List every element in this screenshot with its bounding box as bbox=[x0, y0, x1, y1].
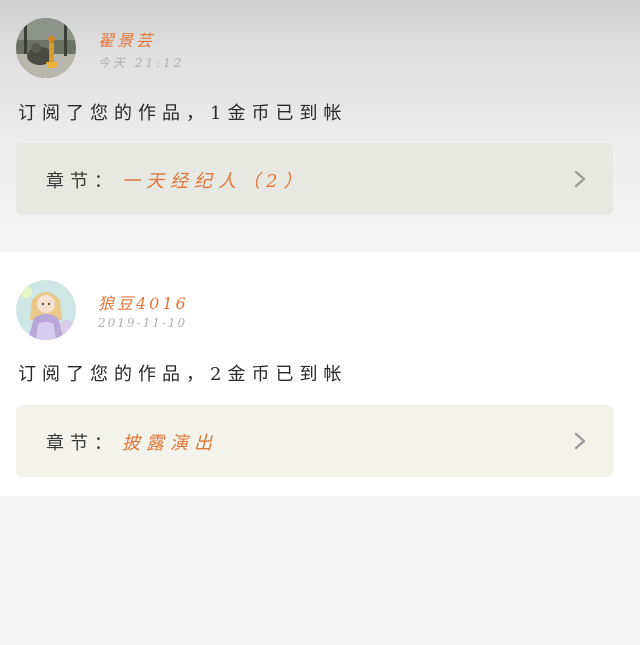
timestamp: 今天 21:12 bbox=[98, 56, 185, 70]
chapter-label: 章节： bbox=[46, 433, 118, 454]
chapter-title: 披露演出 bbox=[122, 433, 218, 454]
notification-card: 狼豆4016 2019-11-10 订阅了您的作品，2金币已到帐 章节： 披露演… bbox=[0, 252, 640, 496]
timestamp: 2019-11-10 bbox=[98, 316, 188, 330]
subscription-message: 订阅了您的作品，2金币已到帐 bbox=[18, 364, 348, 385]
avatar-photo-icon bbox=[16, 18, 76, 78]
chapter-label: 章节： bbox=[46, 171, 118, 192]
chapter-link[interactable]: 章节： 一天经纪人（2） bbox=[16, 143, 613, 215]
user-avatar[interactable] bbox=[16, 18, 76, 78]
user-avatar[interactable] bbox=[16, 280, 76, 340]
chevron-right-icon bbox=[574, 432, 586, 450]
chapter-title: 一天经纪人（2） bbox=[122, 171, 308, 192]
username[interactable]: 翟景芸 bbox=[98, 27, 155, 51]
avatar-anime-girl-icon bbox=[16, 280, 76, 340]
notification-feed: 翟景芸 今天 21:12 订阅了您的作品，1金币已到帐 章节： 一天经纪人（2） bbox=[0, 0, 640, 645]
subscription-message: 订阅了您的作品，1金币已到帐 bbox=[18, 103, 348, 124]
username[interactable]: 狼豆4016 bbox=[98, 290, 189, 314]
chapter-link[interactable]: 章节： 披露演出 bbox=[16, 405, 613, 477]
chevron-right-icon bbox=[574, 170, 586, 188]
notification-card: 翟景芸 今天 21:12 订阅了您的作品，1金币已到帐 章节： 一天经纪人（2） bbox=[0, 0, 640, 234]
